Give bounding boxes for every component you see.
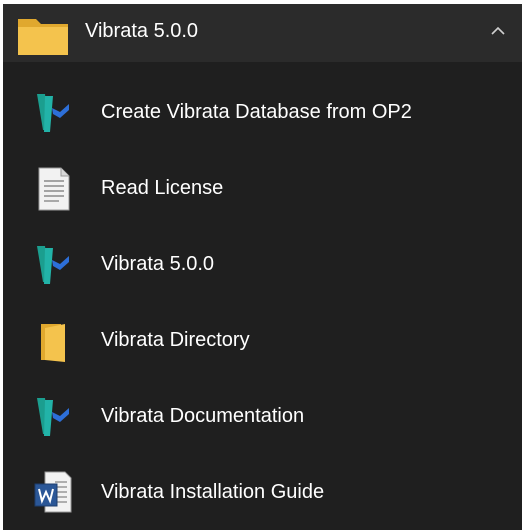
- menu-item-create-database[interactable]: Create Vibrata Database from OP2: [3, 74, 522, 150]
- menu-item-label: Read License: [101, 177, 224, 199]
- menu-item-label: Vibrata Documentation: [101, 405, 305, 427]
- folder-icon: [18, 19, 68, 55]
- start-menu-group: Vibrata 5.0.0 Create Vibrata Database fr…: [3, 4, 522, 530]
- vibrata-app-icon: [37, 94, 69, 132]
- menu-item-vibrata-documentation[interactable]: Vibrata Documentation: [3, 378, 522, 454]
- menu-item-vibrata-app[interactable]: Vibrata 5.0.0: [3, 226, 522, 302]
- word-document-icon: [34, 471, 72, 513]
- menu-item-label: Vibrata Directory: [101, 329, 250, 351]
- text-document-icon: [38, 167, 70, 211]
- group-header-vibrata[interactable]: Vibrata 5.0.0: [3, 4, 522, 62]
- folder-icon: [41, 324, 65, 362]
- menu-item-vibrata-directory[interactable]: Vibrata Directory: [3, 302, 522, 378]
- menu-item-installation-guide[interactable]: Vibrata Installation Guide: [3, 454, 522, 530]
- menu-item-read-license[interactable]: Read License: [3, 150, 522, 226]
- group-title: Vibrata 5.0.0: [85, 20, 199, 42]
- menu-item-label: Vibrata 5.0.0: [101, 253, 215, 275]
- vibrata-app-icon: [37, 246, 69, 284]
- menu-item-label: Vibrata Installation Guide: [101, 481, 325, 503]
- chevron-up-icon[interactable]: [489, 25, 507, 37]
- vibrata-app-icon: [37, 398, 69, 436]
- menu-item-label: Create Vibrata Database from OP2: [101, 101, 412, 123]
